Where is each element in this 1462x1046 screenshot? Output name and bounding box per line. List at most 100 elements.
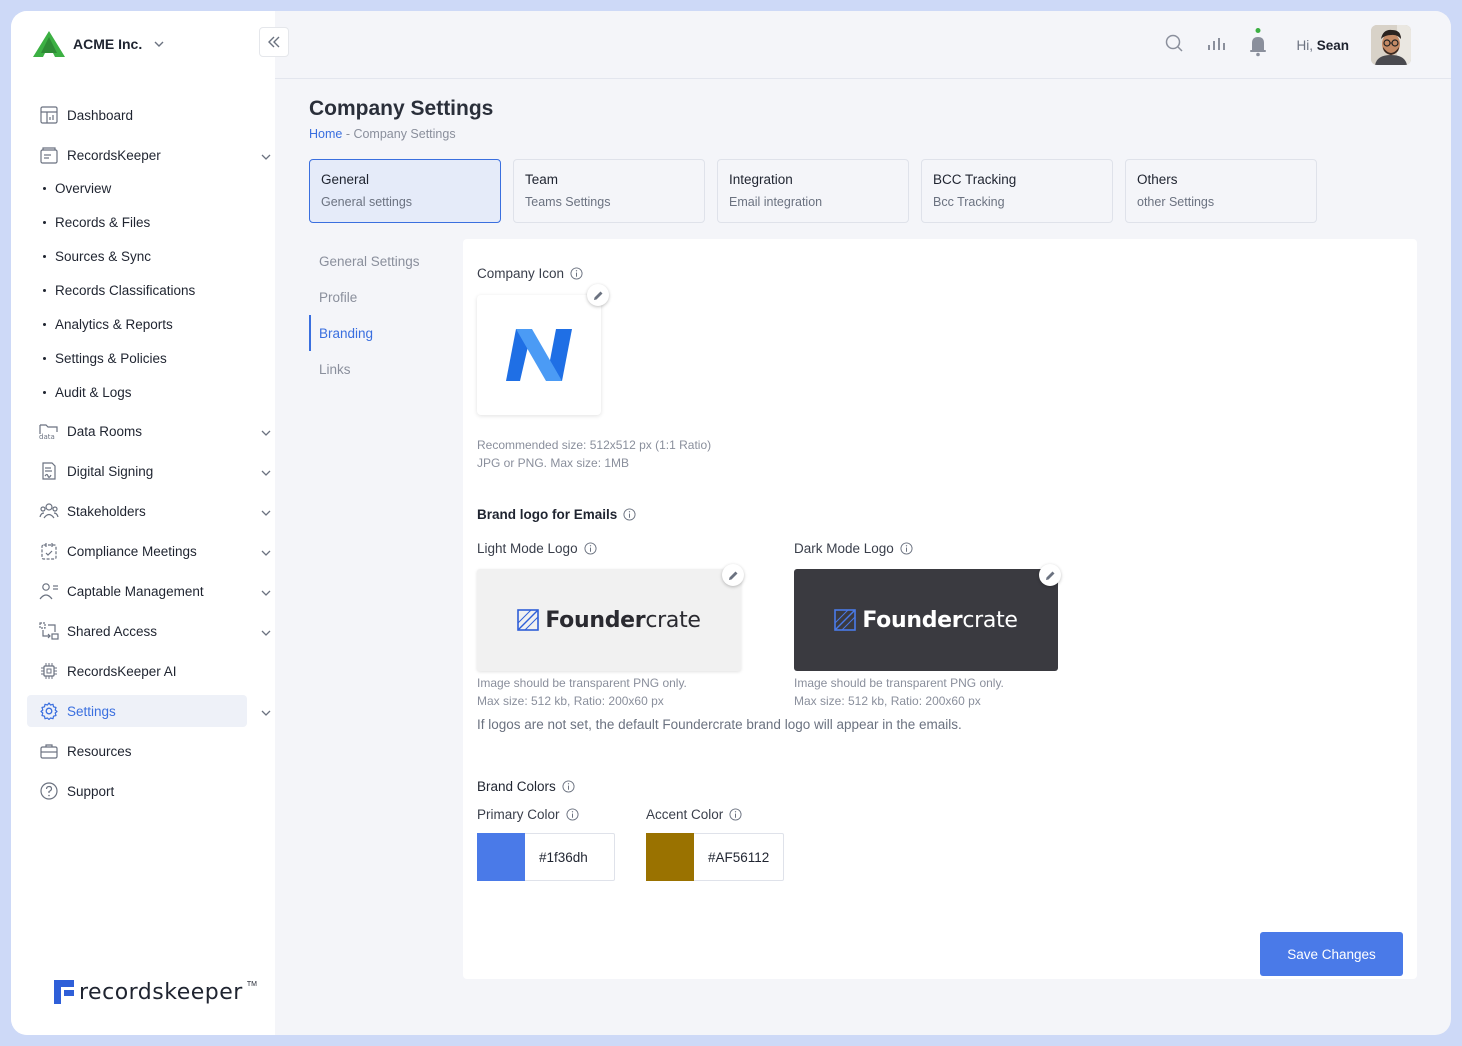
tab-integration[interactable]: Integration Email integration bbox=[717, 159, 909, 223]
light-logo-hint: Image should be transparent PNG only. Ma… bbox=[477, 674, 687, 710]
sidebar-item-digital-signing[interactable]: Digital Signing bbox=[27, 455, 271, 487]
bell-icon[interactable] bbox=[1248, 27, 1268, 63]
company-n-logo-icon bbox=[506, 329, 572, 381]
sidebar-item-label: Resources bbox=[67, 743, 132, 759]
tab-general[interactable]: General General settings bbox=[309, 159, 501, 223]
bullet-icon bbox=[43, 390, 46, 394]
sidebar-subitem-audit-logs[interactable]: Audit & Logs bbox=[27, 375, 263, 409]
sidebar-item-recordskeeper[interactable]: RecordsKeeper bbox=[27, 139, 271, 171]
tab-subtitle: Email integration bbox=[729, 195, 823, 209]
sidebar-item-compliance-meetings[interactable]: Compliance Meetings bbox=[27, 535, 271, 567]
chevron-down-icon bbox=[261, 148, 271, 160]
sidebar-subitem-sources-sync[interactable]: Sources & Sync bbox=[27, 239, 263, 273]
pencil-icon bbox=[593, 291, 602, 300]
sidebar-item-stakeholders[interactable]: Stakeholders bbox=[27, 495, 271, 527]
sidebar-subitem-settings-policies[interactable]: Settings & Policies bbox=[27, 341, 263, 375]
sidebar-item-label: Digital Signing bbox=[67, 463, 154, 479]
users-icon bbox=[39, 501, 59, 521]
sidebar-item-label: Stakeholders bbox=[67, 503, 146, 519]
sidebar-item-data-rooms[interactable]: data Data Rooms bbox=[27, 415, 271, 447]
wordmark-bold: Founder bbox=[545, 607, 646, 633]
label-text: Brand logo for Emails bbox=[477, 507, 618, 522]
primary-color-value[interactable]: #1f36dh bbox=[539, 850, 588, 865]
wordmark-bold: Founder bbox=[862, 607, 963, 633]
subnav-branding[interactable]: Branding bbox=[309, 315, 449, 351]
edit-light-logo-button[interactable] bbox=[722, 564, 744, 586]
sidebar-item-captable-management[interactable]: Captable Management bbox=[27, 575, 271, 607]
default-logo-note: If logos are not set, the default Founde… bbox=[477, 717, 962, 732]
search-icon[interactable] bbox=[1164, 33, 1184, 58]
greeting-text: Hi, bbox=[1296, 37, 1313, 53]
sidebar-nav: Dashboard RecordsKeeper Overview Records… bbox=[27, 99, 271, 815]
pencil-icon bbox=[1045, 571, 1054, 580]
sidebar-item-recordskeeper-ai[interactable]: RecordsKeeper AI bbox=[27, 655, 263, 687]
analytics-icon[interactable] bbox=[1206, 33, 1226, 58]
app-frame: ACME Inc. Dashboard RecordsKeeper Overvi… bbox=[11, 11, 1451, 1035]
tab-subtitle: Teams Settings bbox=[525, 195, 611, 209]
accent-color-value[interactable]: #AF56112 bbox=[708, 850, 769, 865]
sidebar-item-settings[interactable]: Settings bbox=[27, 695, 271, 727]
subitem-label: Overview bbox=[55, 180, 112, 196]
sidebar: ACME Inc. Dashboard RecordsKeeper Overvi… bbox=[11, 11, 275, 1035]
info-icon[interactable] bbox=[623, 508, 636, 521]
info-icon[interactable] bbox=[584, 542, 597, 555]
sidebar-item-label: RecordsKeeper bbox=[67, 147, 161, 163]
tab-team[interactable]: Team Teams Settings bbox=[513, 159, 705, 223]
sidebar-item-support[interactable]: Support bbox=[27, 775, 263, 807]
sidebar-item-shared-access[interactable]: Shared Access bbox=[27, 615, 271, 647]
primary-color-picker[interactable]: #1f36dh bbox=[477, 832, 615, 881]
subnav-general-settings[interactable]: General Settings bbox=[309, 243, 449, 279]
sidebar-item-label: Support bbox=[67, 783, 115, 799]
tab-bcc-tracking[interactable]: BCC Tracking Bcc Tracking bbox=[921, 159, 1113, 223]
data-folder-icon: data bbox=[39, 421, 59, 441]
sidebar-item-resources[interactable]: Resources bbox=[27, 735, 263, 767]
sidebar-subitem-overview[interactable]: Overview bbox=[27, 171, 263, 205]
company-icon-preview bbox=[477, 295, 601, 415]
info-icon[interactable] bbox=[562, 780, 575, 793]
subitem-label: Sources & Sync bbox=[55, 248, 152, 264]
chevron-down-icon bbox=[261, 424, 271, 436]
sidebar-subitem-records-classifications[interactable]: Records Classifications bbox=[27, 273, 263, 307]
settings-subnav: General Settings Profile Branding Links bbox=[309, 243, 449, 387]
light-mode-logo-preview: Foundercrate bbox=[477, 569, 741, 671]
tab-others[interactable]: Others other Settings bbox=[1125, 159, 1317, 223]
avatar[interactable] bbox=[1371, 25, 1411, 65]
sidebar-item-dashboard[interactable]: Dashboard bbox=[27, 99, 263, 131]
info-icon[interactable] bbox=[900, 542, 913, 555]
tab-title: General bbox=[321, 172, 370, 187]
info-icon[interactable] bbox=[565, 808, 579, 821]
info-icon[interactable] bbox=[729, 808, 742, 821]
subnav-profile[interactable]: Profile bbox=[309, 279, 449, 315]
chevron-down-icon bbox=[261, 624, 271, 636]
subnav-links[interactable]: Links bbox=[309, 351, 449, 387]
hint-line: Recommended size: 512x512 px (1:1 Ratio) bbox=[477, 438, 712, 452]
sidebar-item-label: Settings bbox=[67, 703, 116, 719]
bullet-icon bbox=[43, 322, 46, 326]
light-mode-logo-label: Light Mode Logo bbox=[477, 541, 597, 556]
recordskeeper-brand: recordskeeper TM bbox=[53, 979, 257, 1005]
primary-color-swatch[interactable] bbox=[477, 832, 525, 881]
user-list-icon bbox=[39, 581, 59, 601]
accent-color-swatch[interactable] bbox=[646, 832, 694, 881]
breadcrumb-current: Company Settings bbox=[353, 127, 456, 141]
user-name: Sean bbox=[1316, 37, 1349, 53]
sidebar-subitem-records-files[interactable]: Records & Files bbox=[27, 205, 263, 239]
branding-panel: Company Icon Recommended size: 512x512 p… bbox=[463, 239, 1417, 979]
bullet-icon bbox=[43, 220, 46, 224]
info-icon[interactable] bbox=[570, 267, 583, 280]
sidebar-item-label: Dashboard bbox=[67, 107, 134, 123]
label-text: Dark Mode Logo bbox=[794, 541, 894, 556]
subitem-label: Records Classifications bbox=[55, 282, 196, 298]
chevron-down-icon bbox=[261, 464, 271, 476]
hint-line: Image should be transparent PNG only. bbox=[477, 676, 687, 690]
edit-company-icon-button[interactable] bbox=[587, 284, 609, 306]
edit-dark-logo-button[interactable] bbox=[1039, 564, 1061, 586]
sidebar-subitem-analytics-reports[interactable]: Analytics & Reports bbox=[27, 307, 263, 341]
accent-color-picker[interactable]: #AF56112 bbox=[646, 832, 784, 881]
tab-subtitle: General settings bbox=[321, 195, 413, 209]
collapse-sidebar-button[interactable] bbox=[259, 27, 289, 57]
accent-color-label: Accent Color bbox=[646, 807, 742, 822]
save-changes-button[interactable]: Save Changes bbox=[1260, 932, 1403, 976]
org-switcher[interactable]: ACME Inc. bbox=[33, 31, 164, 57]
breadcrumb-home-link[interactable]: Home bbox=[309, 127, 342, 141]
